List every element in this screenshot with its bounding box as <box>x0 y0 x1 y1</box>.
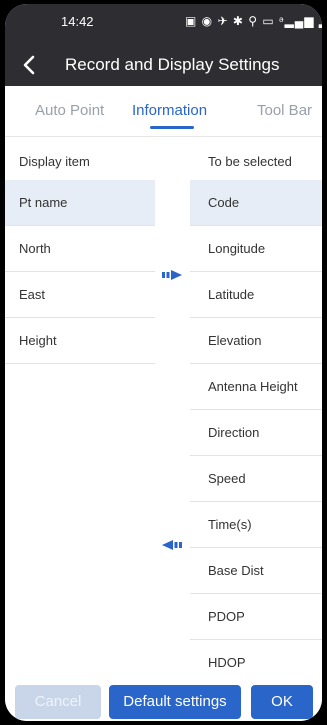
ok-button[interactable]: OK <box>251 685 313 719</box>
page-title: Record and Display Settings <box>65 55 280 74</box>
status-time: 14:42 <box>61 14 94 29</box>
display-item-row[interactable]: Pt name <box>5 180 155 226</box>
default-settings-button[interactable]: Default settings <box>109 685 241 719</box>
display-item-list: Pt name North East Height <box>5 180 155 364</box>
back-arrow-icon[interactable] <box>19 53 41 77</box>
tab-auto-point[interactable]: Auto Point <box>35 102 104 119</box>
candidate-row[interactable]: Time(s) <box>190 502 322 548</box>
candidate-row[interactable]: Elevation <box>190 318 322 364</box>
tab-information[interactable]: Information <box>132 102 207 119</box>
title-bar: Record and Display Settings <box>5 44 322 86</box>
candidate-row[interactable]: PDOP <box>190 594 322 640</box>
status-icons: ▣ ◉ ✈ ✱ ⚲ ▭ ᵊ▂▄▆ ▂▄▆ ▭ <box>185 14 322 28</box>
active-tab-indicator <box>150 126 194 129</box>
cancel-button[interactable]: Cancel <box>15 685 101 719</box>
candidate-row[interactable]: Antenna Height <box>190 364 322 410</box>
display-item-row[interactable]: East <box>5 272 155 318</box>
candidate-row[interactable]: HDOP <box>190 640 322 686</box>
tab-tool-bar[interactable]: Tool Bar <box>257 102 312 119</box>
status-bar: 14:42 ▣ ◉ ✈ ✱ ⚲ ▭ ᵊ▂▄▆ ▂▄▆ ▭ <box>5 4 322 44</box>
arrow-left-icon[interactable] <box>162 539 182 551</box>
arrow-right-icon[interactable] <box>162 269 182 281</box>
candidate-row[interactable]: Latitude <box>190 272 322 318</box>
display-item-header: Display item <box>19 154 90 169</box>
candidate-row[interactable]: Code <box>190 180 322 226</box>
phone-screen: 14:42 ▣ ◉ ✈ ✱ ⚲ ▭ ᵊ▂▄▆ ▂▄▆ ▭ Record and … <box>5 4 322 721</box>
candidate-row[interactable]: Speed <box>190 456 322 502</box>
tab-bar: Auto Point Information Tool Bar <box>5 86 322 137</box>
display-item-row[interactable]: Height <box>5 318 155 364</box>
display-item-row[interactable]: North <box>5 226 155 272</box>
to-be-selected-list: Code Longitude Latitude Elevation Antenn… <box>190 180 322 686</box>
button-bar: Cancel Default settings OK <box>5 681 322 721</box>
candidate-row[interactable]: Longitude <box>190 226 322 272</box>
to-be-selected-header: To be selected <box>208 154 292 169</box>
candidate-row[interactable]: Base Dist <box>190 548 322 594</box>
candidate-row[interactable]: Direction <box>190 410 322 456</box>
